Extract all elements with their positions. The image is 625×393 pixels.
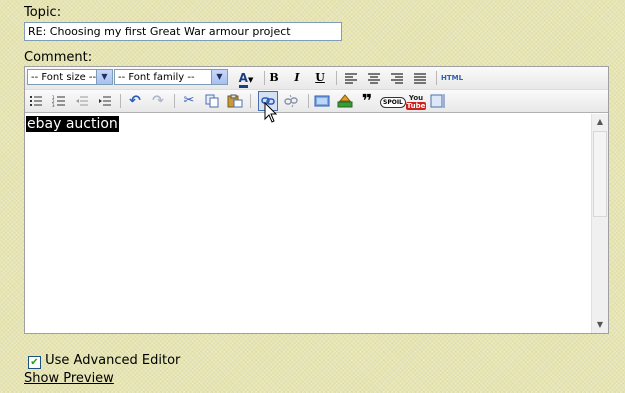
- spoiler-icon: SPOIL: [380, 97, 406, 108]
- selected-text: ebay auction: [26, 116, 119, 132]
- editor-content[interactable]: ebay auction: [25, 114, 592, 332]
- copy-icon: [205, 94, 219, 108]
- svg-text:3: 3: [52, 103, 55, 107]
- justify-button[interactable]: [411, 70, 429, 86]
- resize-icon: [430, 94, 445, 108]
- insert-image-button[interactable]: [313, 93, 331, 109]
- chevron-down-icon: ▼: [211, 70, 227, 84]
- show-preview-link[interactable]: Show Preview: [24, 371, 114, 386]
- outdent-button[interactable]: [73, 93, 91, 109]
- unlink-button[interactable]: [282, 93, 300, 109]
- align-right-icon: [391, 73, 403, 84]
- chevron-down-icon: ▼: [96, 70, 112, 84]
- toolbar-row-1: -- Font size -- ▼ -- Font family -- ▼ A▼…: [25, 67, 608, 90]
- comment-label: Comment:: [24, 50, 93, 65]
- resize-editor-button[interactable]: [429, 93, 447, 109]
- numbered-list-button[interactable]: 123: [50, 93, 68, 109]
- chevron-down-icon: ▼: [247, 76, 254, 84]
- font-family-select[interactable]: -- Font family -- ▼: [114, 69, 228, 85]
- advanced-editor-label: Use Advanced Editor: [45, 353, 181, 368]
- align-left-icon: [345, 73, 357, 84]
- scroll-thumb[interactable]: [593, 131, 607, 217]
- bullet-list-icon: [30, 96, 42, 106]
- bullet-list-button[interactable]: [27, 93, 45, 109]
- align-center-icon: [368, 73, 380, 84]
- paste-button[interactable]: [226, 93, 244, 109]
- html-mode-button[interactable]: HTML: [439, 70, 465, 86]
- font-color-button[interactable]: A▼: [233, 70, 259, 88]
- align-left-button[interactable]: [342, 70, 360, 86]
- advanced-editor-option[interactable]: ✔ Use Advanced Editor: [28, 353, 180, 369]
- redo-icon[interactable]: ↷: [149, 93, 167, 109]
- underline-button[interactable]: U: [311, 70, 329, 86]
- italic-button[interactable]: I: [288, 70, 306, 86]
- scroll-down-icon[interactable]: ▼: [592, 318, 608, 332]
- outdent-icon: [76, 96, 88, 106]
- vertical-scrollbar[interactable]: ▲ ▼: [591, 114, 608, 333]
- font-color-icon: A: [238, 71, 248, 88]
- indent-button[interactable]: [96, 93, 114, 109]
- upload-image-button[interactable]: [336, 93, 354, 109]
- image-icon: [314, 95, 330, 107]
- unlink-icon: [284, 94, 298, 108]
- youtube-button[interactable]: You Tube: [406, 93, 426, 110]
- toolbar-row-2: 123 ↶ ↷ ✂ ❞ SPOIL You Tube: [25, 90, 608, 113]
- upload-icon: [337, 94, 353, 108]
- align-center-button[interactable]: [365, 70, 383, 86]
- align-right-button[interactable]: [388, 70, 406, 86]
- scroll-up-icon[interactable]: ▲: [592, 115, 608, 129]
- youtube-icon: You Tube: [406, 94, 426, 110]
- mouse-cursor-icon: [264, 102, 277, 123]
- rich-text-editor: -- Font size -- ▼ -- Font family -- ▼ A▼…: [24, 66, 609, 334]
- advanced-editor-checkbox[interactable]: ✔: [28, 356, 41, 369]
- topic-input[interactable]: [24, 22, 342, 41]
- font-size-value: -- Font size --: [31, 72, 97, 83]
- quote-icon[interactable]: ❞: [358, 93, 376, 111]
- cut-icon[interactable]: ✂: [180, 93, 198, 109]
- spoiler-button[interactable]: SPOIL: [380, 93, 406, 109]
- paste-icon: [227, 94, 243, 108]
- bold-button[interactable]: B: [265, 70, 283, 86]
- justify-icon: [414, 73, 426, 84]
- topic-label: Topic:: [24, 5, 62, 20]
- undo-icon[interactable]: ↶: [126, 93, 144, 109]
- indent-icon: [99, 96, 111, 106]
- font-size-select[interactable]: -- Font size -- ▼: [27, 69, 113, 85]
- copy-button[interactable]: [203, 93, 221, 109]
- numbered-list-icon: 123: [52, 95, 65, 108]
- font-family-value: -- Font family --: [118, 72, 195, 83]
